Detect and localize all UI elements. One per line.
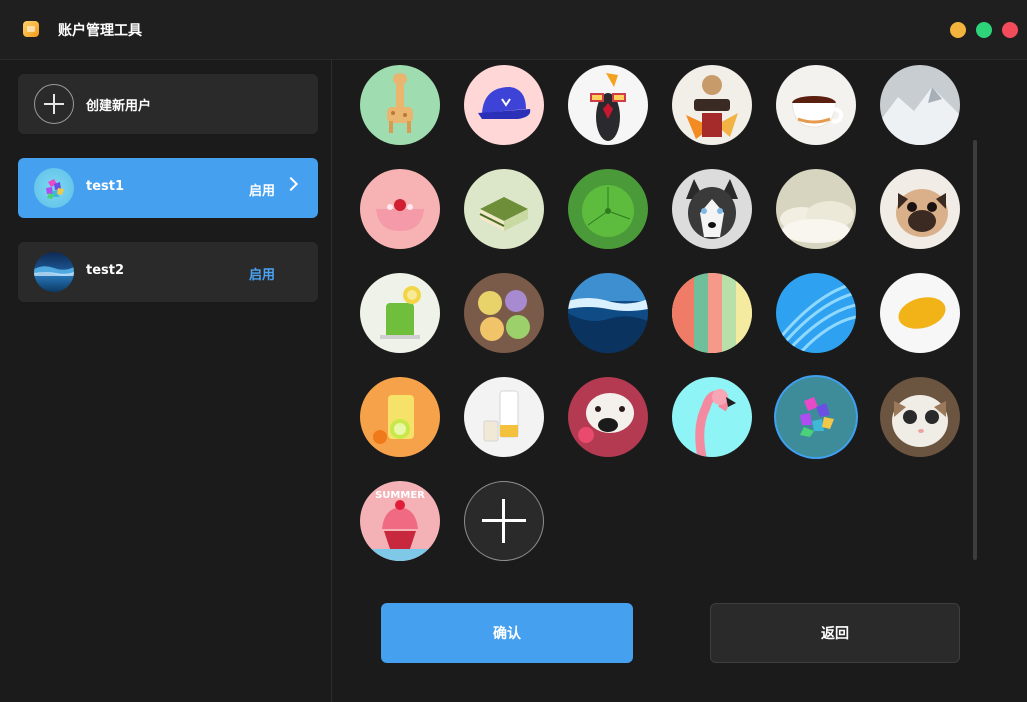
maximize-button[interactable] — [976, 22, 992, 38]
add-avatar-button[interactable] — [464, 481, 544, 561]
svg-text:SUMMER: SUMMER — [375, 490, 425, 501]
back-button[interactable]: 返回 — [710, 603, 960, 663]
avatar-coffee-cup[interactable] — [776, 65, 856, 145]
create-user-label: 创建新用户 — [86, 99, 152, 114]
user-avatar — [34, 252, 74, 292]
avatar-grid: SUMMER — [360, 65, 960, 565]
user-item-test1[interactable]: test1 启用 — [18, 158, 318, 218]
avatar-ocean-wave[interactable] — [568, 273, 648, 353]
avatar-blue-cap[interactable] — [464, 65, 544, 145]
avatar-snowy-mountains[interactable] — [880, 65, 960, 145]
user-sidebar: 创建新用户 test1 启用 test2 启用 — [0, 60, 332, 702]
avatar-penguin-character[interactable] — [568, 65, 648, 145]
username-label: test2 — [86, 263, 125, 278]
avatar-drinks-top-view[interactable] — [464, 273, 544, 353]
confirm-button[interactable]: 确认 — [381, 603, 633, 663]
app-folder-icon — [23, 21, 39, 37]
username-label: test1 — [86, 179, 125, 194]
avatar-dog-with-flower[interactable] — [568, 377, 648, 457]
user-status: 启用 — [249, 268, 276, 283]
avatar-color-stripes[interactable] — [672, 273, 752, 353]
plus-icon — [34, 84, 74, 124]
user-item-test2[interactable]: test2 启用 — [18, 242, 318, 302]
avatar-summer-cupcake[interactable]: SUMMER — [360, 481, 440, 561]
window-title: 账户管理工具 — [58, 23, 142, 39]
avatar-giraffe-toy[interactable] — [360, 65, 440, 145]
avatar-collage-figure[interactable] — [672, 65, 752, 145]
avatar-matcha-cake[interactable] — [464, 169, 544, 249]
chevron-right-icon — [283, 176, 299, 192]
avatar-milk-glass[interactable] — [464, 377, 544, 457]
title-bar: 账户管理工具 — [0, 0, 1027, 60]
avatar-mango[interactable] — [880, 273, 960, 353]
avatar-green-juice[interactable] — [360, 273, 440, 353]
minimize-button[interactable] — [950, 22, 966, 38]
avatar-panel: SUMMER 确认 返回 — [333, 60, 1027, 702]
user-status: 启用 — [249, 184, 276, 199]
avatar-pug-dog[interactable] — [880, 169, 960, 249]
avatar-flamingo[interactable] — [672, 377, 752, 457]
user-avatar — [34, 168, 74, 208]
avatar-cat-face[interactable] — [880, 377, 960, 457]
avatar-blue-waves[interactable] — [776, 273, 856, 353]
avatar-husky-dog[interactable] — [672, 169, 752, 249]
create-user-button[interactable]: 创建新用户 — [18, 74, 318, 134]
close-button[interactable] — [1002, 22, 1018, 38]
avatar-green-leaf[interactable] — [568, 169, 648, 249]
avatar-colorful-cubes[interactable] — [776, 377, 856, 457]
avatar-scrollbar[interactable] — [973, 140, 977, 560]
avatar-lemon-drink[interactable] — [360, 377, 440, 457]
avatar-clouds[interactable] — [776, 169, 856, 249]
avatar-strawberry-bowl[interactable] — [360, 169, 440, 249]
